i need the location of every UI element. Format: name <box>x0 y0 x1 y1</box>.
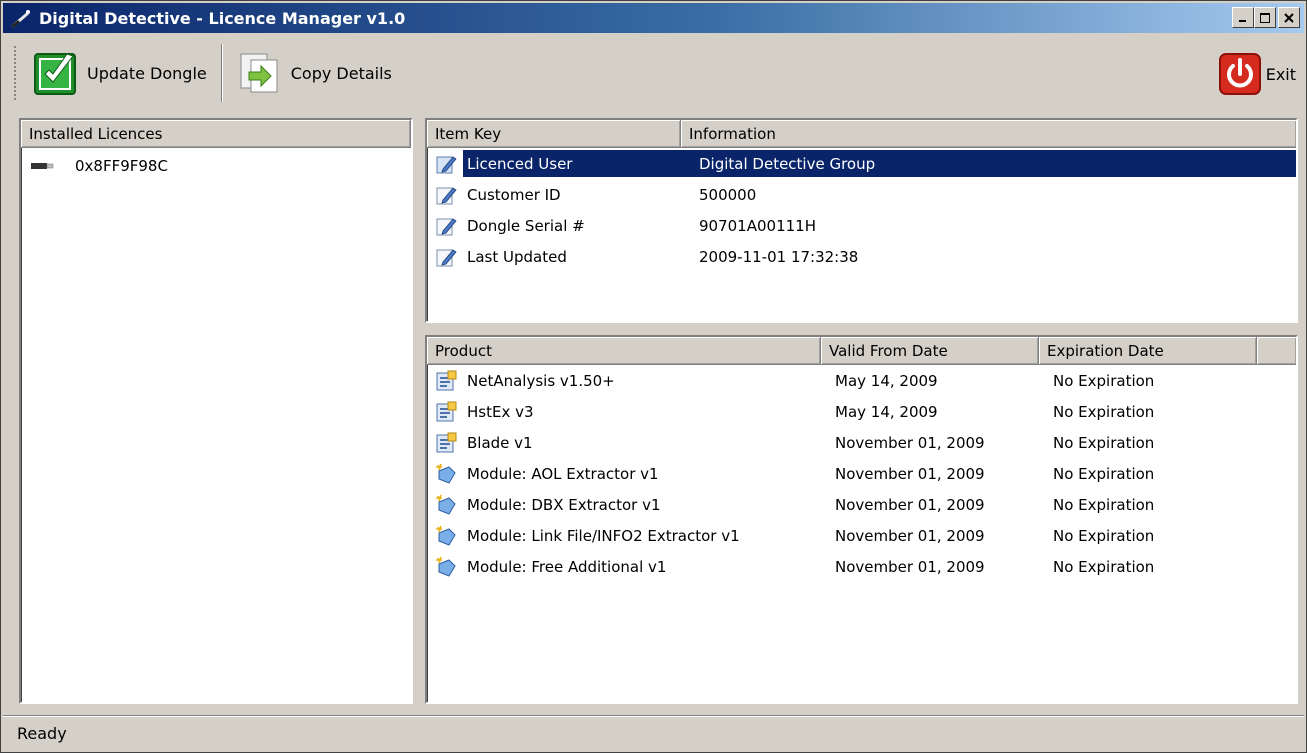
product-row[interactable]: NetAnalysis v1.50+ May 14, 2009 No Expir… <box>427 365 1296 396</box>
tree-item-licence[interactable]: 0x8FF9F98C <box>21 152 411 180</box>
info-key: Licenced User <box>467 154 573 173</box>
product-expiration: No Expiration <box>1053 495 1155 514</box>
info-key: Customer ID <box>467 185 561 204</box>
product-row[interactable]: Module: Link File/INFO2 Extractor v1 Nov… <box>427 520 1296 551</box>
edit-document-icon <box>436 217 457 235</box>
window-controls <box>1232 7 1300 28</box>
info-value: 90701A00111H <box>699 216 816 235</box>
info-row-licenced-user[interactable]: Licenced User Digital Detective Group <box>427 148 1296 179</box>
edit-document-icon <box>436 248 457 266</box>
status-text: Ready <box>17 724 67 743</box>
column-header-item-key[interactable]: Item Key <box>427 120 681 148</box>
module-icon <box>436 463 456 484</box>
module-icon <box>436 494 456 515</box>
product-expiration: No Expiration <box>1053 402 1155 421</box>
licence-manager-window: Digital Detective - Licence Manager v1.0… <box>0 0 1307 753</box>
module-icon <box>436 556 456 577</box>
exit-label: Exit <box>1265 64 1296 84</box>
product-expiration: No Expiration <box>1053 526 1155 545</box>
product-name: Module: AOL Extractor v1 <box>467 464 659 483</box>
installed-licences-tree[interactable]: Installed Licences 0x8FF9F98C <box>19 118 413 704</box>
product-valid-from: November 01, 2009 <box>835 495 985 514</box>
edit-document-icon <box>436 186 457 204</box>
exit-button[interactable]: Exit <box>1218 49 1296 99</box>
product-name: HstEx v3 <box>467 402 534 421</box>
column-header-valid-from[interactable]: Valid From Date <box>821 337 1039 365</box>
product-name: Module: Link File/INFO2 Extractor v1 <box>467 526 740 545</box>
column-header-product[interactable]: Product <box>427 337 821 365</box>
document-icon <box>436 370 457 390</box>
product-row[interactable]: Blade v1 November 01, 2009 No Expiration <box>427 427 1296 458</box>
tree-item-label: 0x8FF9F98C <box>75 157 168 175</box>
info-value: 2009-11-01 17:32:38 <box>699 247 859 266</box>
product-valid-from: November 01, 2009 <box>835 464 985 483</box>
info-key: Dongle Serial # <box>467 216 585 235</box>
product-name: Module: DBX Extractor v1 <box>467 495 661 514</box>
info-row-dongle-serial[interactable]: Dongle Serial # 90701A00111H <box>427 210 1296 241</box>
status-bar: Ready <box>3 715 1304 751</box>
edit-document-icon <box>436 155 457 173</box>
toolbar-separator <box>220 44 223 102</box>
installed-licences-header[interactable]: Installed Licences <box>21 120 411 148</box>
info-row-last-updated[interactable]: Last Updated 2009-11-01 17:32:38 <box>427 241 1296 272</box>
toolbar: Update Dongle Copy Details Exit <box>3 35 1304 111</box>
licence-info-list[interactable]: Item Key Information Licenced User Digit… <box>425 118 1298 323</box>
minimize-button[interactable] <box>1232 7 1254 28</box>
info-value: 500000 <box>699 185 757 204</box>
installed-licences-header-row: Installed Licences <box>21 120 411 148</box>
power-icon <box>1218 53 1261 95</box>
document-icon <box>436 432 457 452</box>
title-bar[interactable]: Digital Detective - Licence Manager v1.0 <box>3 3 1304 33</box>
products-header-row: Product Valid From Date Expiration Date <box>427 337 1296 365</box>
maximize-button[interactable] <box>1254 7 1276 28</box>
copy-document-icon <box>240 53 278 93</box>
info-key: Last Updated <box>467 247 567 266</box>
product-name: NetAnalysis v1.50+ <box>467 371 615 390</box>
document-icon <box>436 401 457 421</box>
selection-highlight: Licenced User Digital Detective Group <box>463 150 1296 177</box>
column-header-filler <box>1257 337 1296 365</box>
update-dongle-button[interactable]: Update Dongle <box>29 43 211 103</box>
info-row-customer-id[interactable]: Customer ID 500000 <box>427 179 1296 210</box>
checkmark-icon <box>34 53 76 95</box>
product-row[interactable]: Module: DBX Extractor v1 November 01, 20… <box>427 489 1296 520</box>
product-name: Module: Free Additional v1 <box>467 557 667 576</box>
product-valid-from: November 01, 2009 <box>835 526 985 545</box>
product-row[interactable]: HstEx v3 May 14, 2009 No Expiration <box>427 396 1296 427</box>
column-header-information[interactable]: Information <box>681 120 1296 148</box>
product-valid-from: May 14, 2009 <box>835 371 938 390</box>
window-title: Digital Detective - Licence Manager v1.0 <box>39 8 406 28</box>
update-dongle-label: Update Dongle <box>87 63 207 83</box>
copy-details-button[interactable]: Copy Details <box>233 43 396 103</box>
close-button[interactable] <box>1278 7 1300 28</box>
close-icon <box>1284 12 1294 23</box>
product-name: Blade v1 <box>467 433 533 452</box>
product-expiration: No Expiration <box>1053 371 1155 390</box>
product-expiration: No Expiration <box>1053 557 1155 576</box>
info-header-row: Item Key Information <box>427 120 1296 148</box>
toolbar-grip[interactable] <box>13 45 17 101</box>
info-value: Digital Detective Group <box>699 154 876 173</box>
maximize-icon <box>1260 12 1270 23</box>
usb-dongle-icon <box>31 163 54 169</box>
product-expiration: No Expiration <box>1053 464 1155 483</box>
product-expiration: No Expiration <box>1053 433 1155 452</box>
product-row[interactable]: Module: Free Additional v1 November 01, … <box>427 551 1296 582</box>
product-valid-from: November 01, 2009 <box>835 557 985 576</box>
products-rows: NetAnalysis v1.50+ May 14, 2009 No Expir… <box>427 365 1296 582</box>
copy-details-label: Copy Details <box>290 63 392 83</box>
column-header-expiration[interactable]: Expiration Date <box>1039 337 1257 365</box>
product-valid-from: November 01, 2009 <box>835 433 985 452</box>
minimize-icon <box>1239 19 1246 22</box>
products-list[interactable]: Product Valid From Date Expiration Date … <box>425 335 1298 704</box>
product-row[interactable]: Module: AOL Extractor v1 November 01, 20… <box>427 458 1296 489</box>
module-icon <box>436 525 456 546</box>
product-valid-from: May 14, 2009 <box>835 402 938 421</box>
app-wand-icon <box>9 6 33 30</box>
